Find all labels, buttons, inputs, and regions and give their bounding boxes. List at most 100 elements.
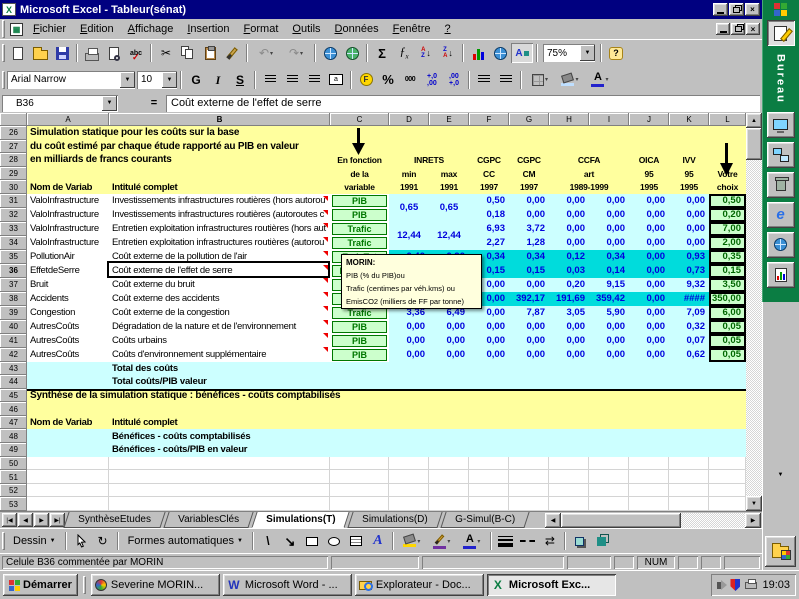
free-rotate-button[interactable]: ↻ [92,531,114,551]
header-cell-G28[interactable]: CGPC [509,153,549,167]
cell-C40[interactable]: PIB [330,320,389,334]
row-header-37[interactable]: 37 [0,278,27,292]
cell-I35[interactable]: 0,34 [589,250,629,264]
cell-C32[interactable]: PIB [330,208,389,222]
cell-J31[interactable]: 0,00 [629,194,669,208]
row-header-30[interactable]: 30 [0,180,27,194]
cell-K33[interactable]: 0,00 [669,222,709,236]
vertical-scrollbar[interactable]: ▲ ▼ [746,113,762,511]
row-header-49[interactable]: 49 [0,443,27,457]
vertical-scroll-thumb[interactable] [746,128,762,160]
cell-B49[interactable]: Bénéfices - coûts/PIB en valeur [109,443,709,457]
cell[interactable] [669,470,709,484]
cell-H32[interactable]: 0,00 [549,208,589,222]
cell[interactable] [589,484,629,498]
cell[interactable] [549,457,589,471]
cell-K31[interactable]: 0,00 [669,194,709,208]
cell-A47[interactable]: Nom de Variab [27,416,109,430]
cell-H33[interactable]: 0,00 [549,222,589,236]
tab-synthseetudes[interactable]: SynthèseEtudes [63,512,165,528]
italic-button[interactable]: I [207,70,229,90]
cell[interactable] [389,470,429,484]
cell[interactable] [549,470,589,484]
map-button[interactable] [489,43,511,63]
cell-J40[interactable]: 0,00 [629,320,669,334]
cell-I34[interactable]: 0,00 [589,236,629,250]
cell-K38[interactable]: #### [669,292,709,306]
header-cell-D30[interactable]: 1991 [389,180,429,194]
cell-H36[interactable]: 0,03 [549,264,589,278]
cell[interactable] [27,470,109,484]
cell[interactable] [509,497,549,511]
cell[interactable] [709,484,746,498]
row-header-42[interactable]: 42 [0,348,27,362]
cell-E42[interactable]: 0,00 [429,348,469,362]
cell[interactable] [330,497,389,511]
cell[interactable] [429,470,469,484]
cell-H37[interactable]: 0,20 [549,278,589,292]
header-cell-K29[interactable]: 95 [669,167,709,181]
col-header-C[interactable]: C [330,113,389,126]
office-bar-logo-icon[interactable] [774,3,787,16]
select-all-button[interactable] [0,113,27,126]
cell-H38[interactable]: 191,69 [549,292,589,306]
last-tab-button[interactable]: ▶| [50,513,65,527]
font-size-combobox[interactable]: 10▼ [137,71,177,89]
cell[interactable] [629,484,669,498]
print-button[interactable] [81,43,103,63]
paste-function-button[interactable]: ƒx [393,43,415,63]
tab-variablescls[interactable]: VariablesClés [163,512,253,528]
cell[interactable] [330,470,389,484]
wordart-button[interactable]: A [367,531,389,551]
cell-L42[interactable]: 0,05 [709,348,746,362]
cell-B43[interactable]: Total des coûts [109,362,709,376]
row-header-33[interactable]: 33 [0,222,27,236]
cell[interactable] [589,470,629,484]
cell-A30[interactable]: Nom de Variab [27,180,109,194]
menu-fentre[interactable]: Fenêtre [386,21,438,37]
cell-L36[interactable]: 0,15 [709,264,746,278]
decrease-decimal-button[interactable]: ,00+,0 [443,70,465,90]
bold-button[interactable]: G [185,70,207,90]
cell-D40[interactable]: 0,00 [389,320,429,334]
cell-I38[interactable]: 359,42 [589,292,629,306]
tab-simulationsd[interactable]: Simulations(D) [348,512,443,528]
taskbar-button-severine[interactable]: Severine MORIN... [91,574,220,596]
align-center-button[interactable] [281,70,303,90]
internet-explorer-button[interactable]: e [767,202,795,228]
down-arrow-drawing[interactable] [720,143,733,181]
cell-D31-D32[interactable]: 0,65 [389,194,429,222]
row-header-31[interactable]: 31 [0,194,27,208]
cell-H35[interactable]: 0,12 [549,250,589,264]
tab-simulationst[interactable]: Simulations(T) [251,512,350,528]
cell-G34[interactable]: 1,28 [509,236,549,250]
workbook-icon[interactable]: ▦ [10,23,23,36]
autosum-button[interactable]: Σ [371,43,393,63]
cell-B34[interactable]: Entretien exploitation infrastructures r… [109,236,330,250]
cell-I37[interactable]: 9,15 [589,278,629,292]
text-box-button[interactable] [345,531,367,551]
increase-indent-button[interactable] [495,70,517,90]
cell[interactable] [509,484,549,498]
col-header-D[interactable]: D [389,113,429,126]
row-header-39[interactable]: 39 [0,306,27,320]
new-button[interactable] [7,43,29,63]
col-header-A[interactable]: A [27,113,109,126]
cell[interactable] [389,484,429,498]
chart-document-button[interactable] [767,262,795,288]
cell[interactable] [669,457,709,471]
insert-hyperlink-button[interactable] [319,43,341,63]
cell-J38[interactable]: 0,00 [629,292,669,306]
dash-style-button[interactable] [517,531,539,551]
cell-B37[interactable]: Coût externe du bruit [109,278,330,292]
cell-J33[interactable]: 0,00 [629,222,669,236]
cell-I33[interactable]: 0,00 [589,222,629,236]
cell-D42[interactable]: 0,00 [389,348,429,362]
header-cell-D28[interactable]: INRETS [389,153,469,167]
chevron-down-icon[interactable]: ▼ [580,45,595,61]
header-cell-K30[interactable]: 1995 [669,180,709,194]
cell-H34[interactable]: 0,00 [549,236,589,250]
oval-tool-button[interactable] [323,531,345,551]
cell[interactable] [469,484,509,498]
minimize-button[interactable] [713,3,728,16]
